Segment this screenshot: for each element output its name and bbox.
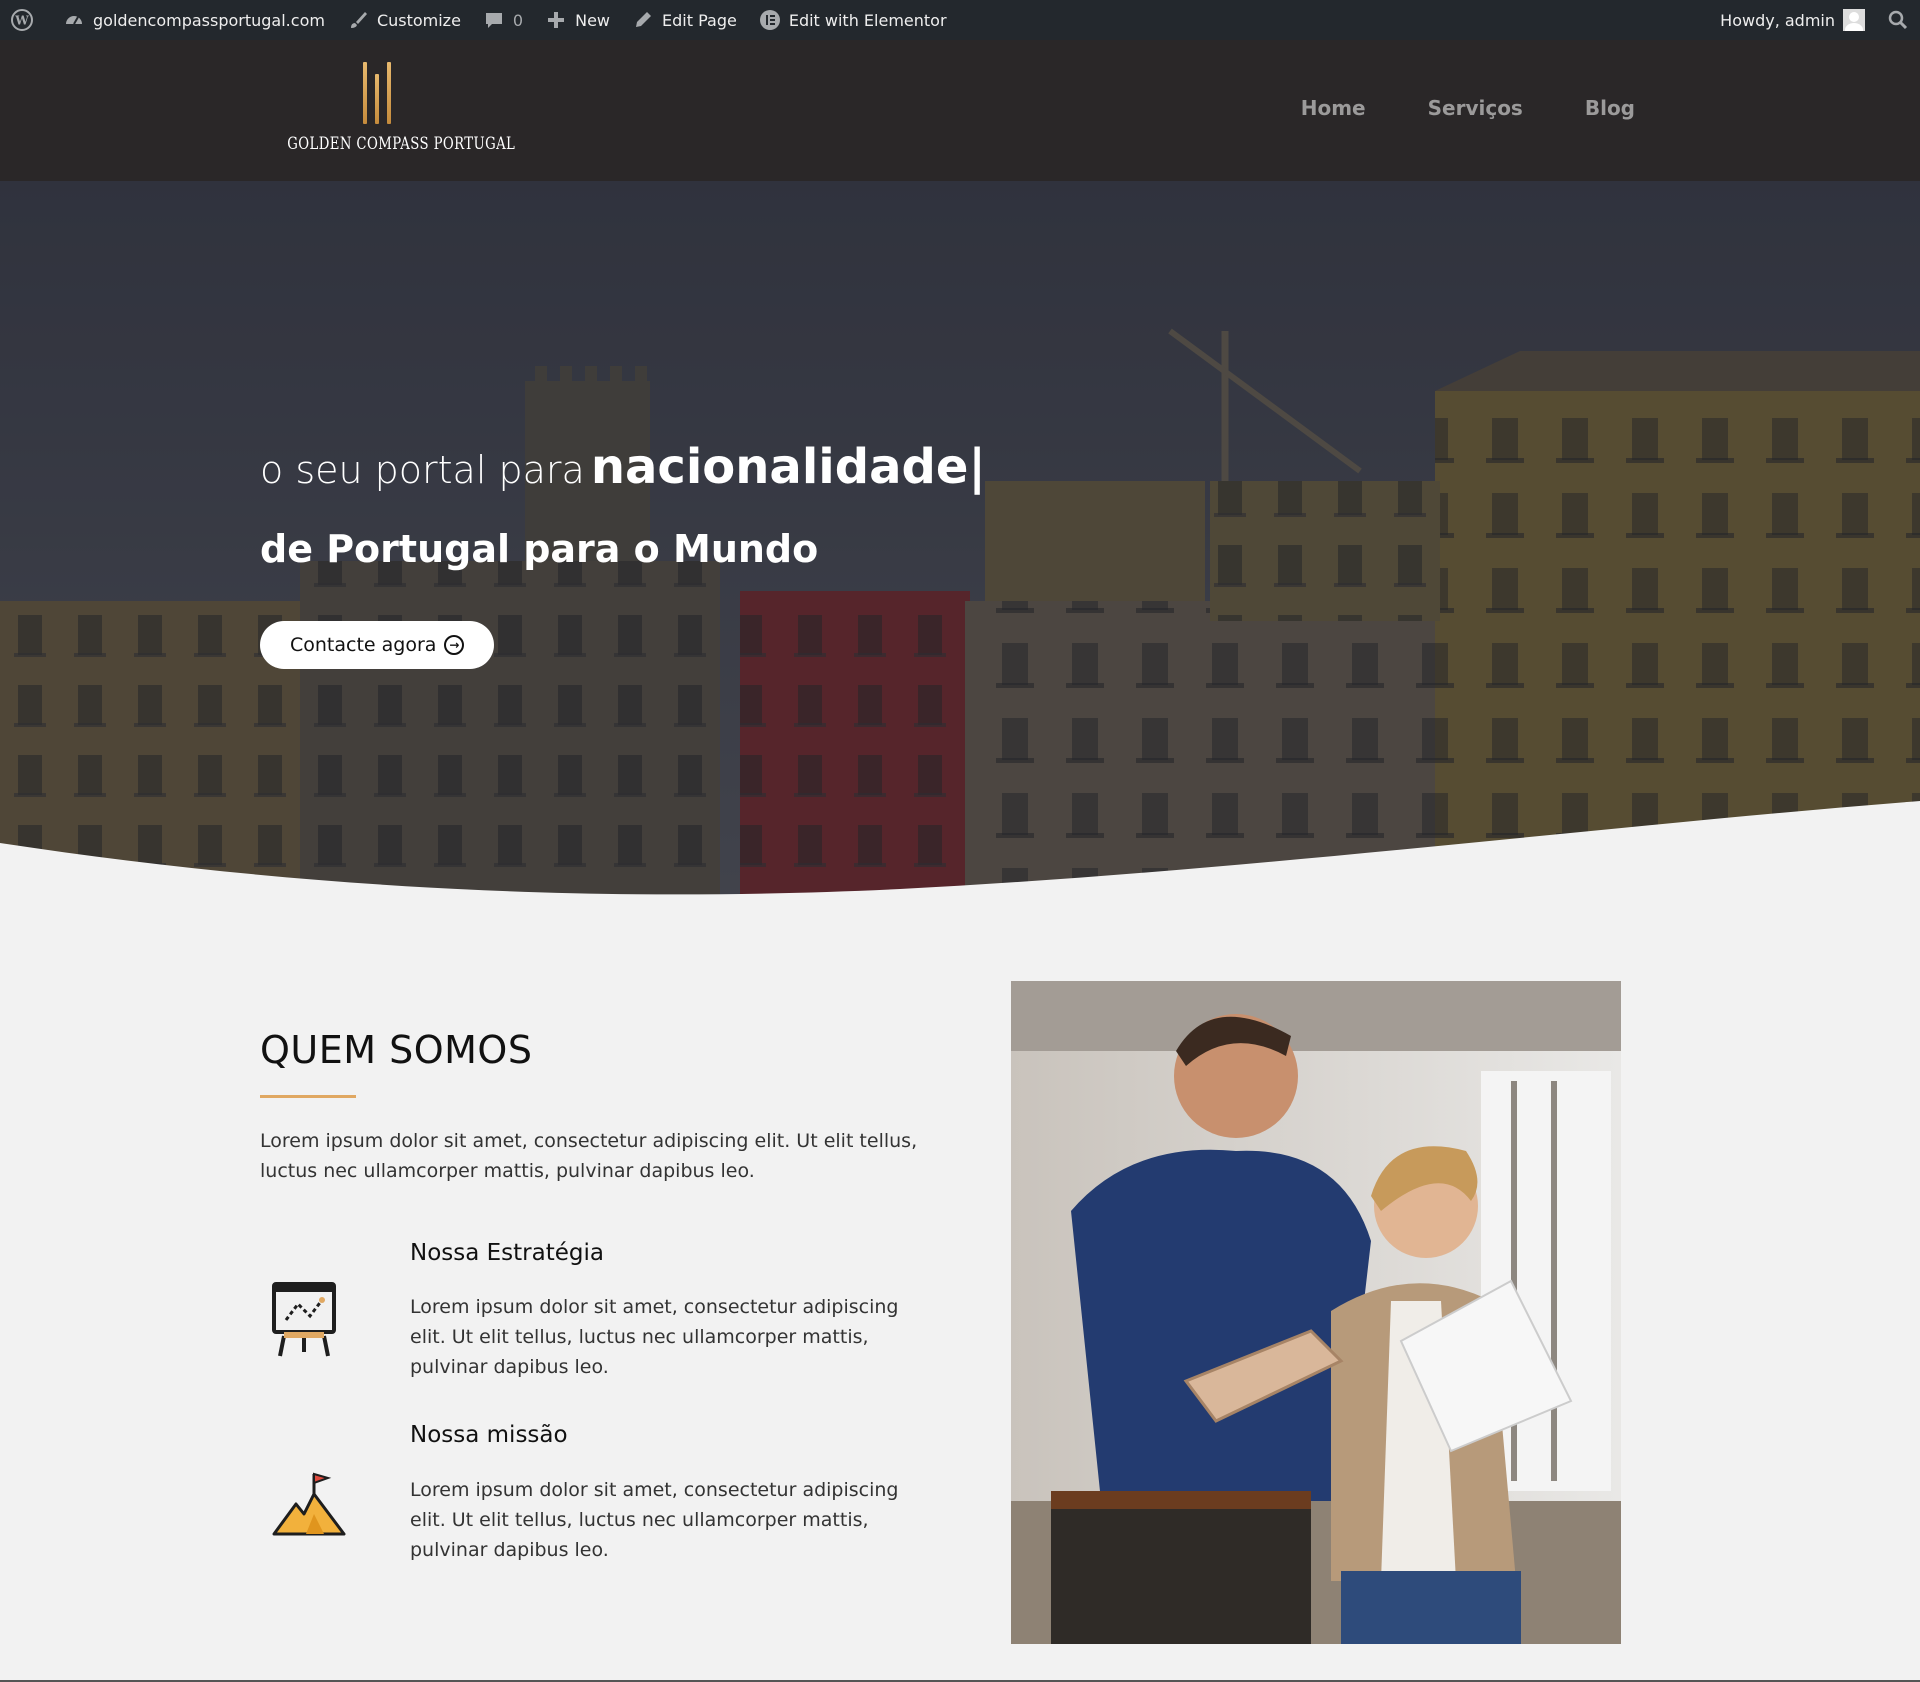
svg-text:W: W <box>14 14 29 28</box>
paintbrush-icon <box>347 9 369 31</box>
main-nav: Home Serviços Blog <box>1301 96 1635 120</box>
contact-button[interactable]: Contacte agora → <box>260 621 495 669</box>
strategy-board-icon <box>270 1280 338 1362</box>
comments-count: 0 <box>512 10 524 30</box>
site-header: GOLDEN COMPASS PORTUGAL Home Serviços Bl… <box>0 40 1920 181</box>
elementor-icon <box>759 9 781 31</box>
hero-title: o seu portal para nacionalidade| <box>260 439 986 495</box>
logo-text: GOLDEN COMPASS PORTUGAL <box>287 134 516 154</box>
comments-link[interactable]: 0 <box>472 0 534 40</box>
edit-elementor-label: Edit with Elementor <box>788 10 947 30</box>
hero-lead: o seu portal para <box>260 448 585 492</box>
new-content-link[interactable]: New <box>534 0 621 40</box>
account-menu[interactable]: Howdy, admin <box>1709 0 1876 40</box>
site-name-label: goldencompassportugal.com <box>93 10 325 30</box>
plus-icon <box>545 9 567 31</box>
feature-text-mission: Lorem ipsum dolor sit amet, consectetur … <box>410 1479 899 1561</box>
search-icon <box>1887 9 1909 31</box>
wp-admin-bar: W goldencompassportugal.com Customize 0 … <box>0 0 1920 40</box>
feature-text-strategy: Lorem ipsum dolor sit amet, consectetur … <box>410 1296 899 1378</box>
avatar <box>1843 9 1865 31</box>
comment-bubble-icon <box>483 9 505 31</box>
new-label: New <box>575 10 611 30</box>
feature-title-mission: Nossa missão <box>410 1422 568 1448</box>
about-text: Lorem ipsum dolor sit amet, consectetur … <box>260 1130 918 1182</box>
site-logo[interactable]: GOLDEN COMPASS PORTUGAL <box>262 60 516 170</box>
edit-page-label: Edit Page <box>662 10 737 30</box>
team-photo <box>1011 981 1621 1644</box>
nav-blog[interactable]: Blog <box>1585 96 1635 120</box>
hero-wave-divider <box>0 801 1920 911</box>
pencil-icon <box>632 9 654 31</box>
wordpress-icon: W <box>11 9 33 31</box>
hero-subtitle: de Portugal para o Mundo <box>260 527 819 571</box>
hero-highlight: nacionalidade| <box>590 439 986 495</box>
howdy-label: Howdy, admin <box>1720 10 1835 30</box>
edit-elementor-link[interactable]: Edit with Elementor <box>748 0 958 40</box>
hero-section: o seu portal para nacionalidade| de Portu… <box>0 181 1920 911</box>
admin-search-button[interactable] <box>1876 0 1920 40</box>
customize-label: Customize <box>376 10 461 30</box>
nav-servicos[interactable]: Serviços <box>1428 96 1523 120</box>
title-divider <box>260 1095 356 1098</box>
mountain-flag-icon <box>272 1470 346 1542</box>
wordpress-logo-button[interactable]: W <box>0 0 52 40</box>
dashboard-icon <box>63 9 85 31</box>
edit-page-link[interactable]: Edit Page <box>621 0 748 40</box>
customize-link[interactable]: Customize <box>336 0 472 40</box>
contact-button-label: Contacte agora <box>290 634 437 656</box>
about-title: QUEM SOMOS <box>260 1028 533 1072</box>
feature-title-strategy: Nossa Estratégia <box>410 1240 604 1266</box>
nav-home[interactable]: Home <box>1301 96 1366 120</box>
site-name-link[interactable]: goldencompassportugal.com <box>52 0 336 40</box>
arrow-circle-right-icon: → <box>444 635 465 655</box>
compass-logo-icon <box>262 60 492 124</box>
